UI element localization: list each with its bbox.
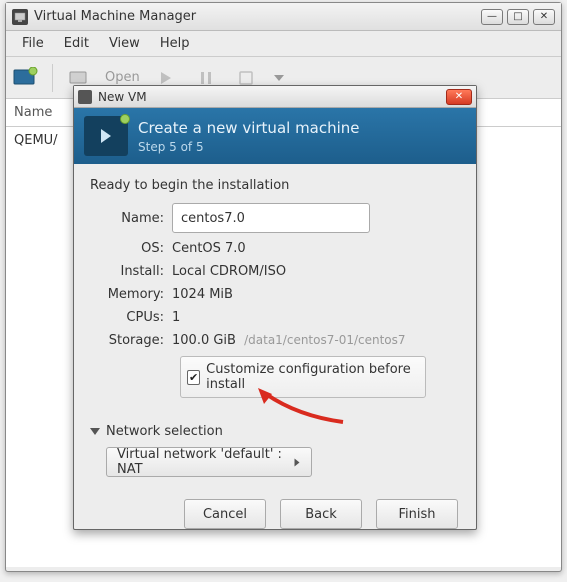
- dialog-header: Create a new virtual machine Step 5 of 5: [74, 108, 476, 164]
- network-select[interactable]: Virtual network 'default' : NAT: [106, 447, 312, 477]
- chevron-down-icon: [90, 428, 100, 435]
- storage-value: 100.0 GiB /data1/centos7-01/centos7: [172, 333, 406, 348]
- storage-label: Storage:: [96, 333, 164, 348]
- menu-file[interactable]: File: [12, 32, 54, 55]
- summary-form: Name: OS: CentOS 7.0 Install: Local CDRO…: [96, 203, 460, 398]
- cpus-value: 1: [172, 310, 180, 325]
- cpus-label: CPUs:: [96, 310, 164, 325]
- install-label: Install:: [96, 264, 164, 279]
- ready-text: Ready to begin the installation: [90, 178, 460, 193]
- memory-value: 1024 MiB: [172, 287, 233, 302]
- app-icon: [12, 9, 28, 25]
- close-button[interactable]: ✕: [533, 9, 555, 25]
- minimize-button[interactable]: —: [481, 9, 503, 25]
- menu-view[interactable]: View: [99, 32, 150, 55]
- dialog-body: Ready to begin the installation Name: OS…: [74, 164, 476, 539]
- memory-label: Memory:: [96, 287, 164, 302]
- os-value: CentOS 7.0: [172, 241, 246, 256]
- menu-help[interactable]: Help: [150, 32, 200, 55]
- storage-size: 100.0 GiB: [172, 333, 236, 348]
- name-input[interactable]: [172, 203, 370, 233]
- dialog-buttons: Cancel Back Finish: [90, 499, 460, 529]
- window-controls: — □ ✕: [481, 9, 555, 25]
- finish-button[interactable]: Finish: [376, 499, 458, 529]
- install-value: Local CDROM/ISO: [172, 264, 286, 279]
- open-label: Open: [105, 70, 140, 85]
- customize-checkbox[interactable]: ✔: [187, 370, 200, 385]
- wizard-icon: [84, 116, 128, 156]
- caret-right-icon: [295, 458, 300, 466]
- main-titlebar: Virtual Machine Manager — □ ✕: [6, 3, 561, 31]
- cancel-button[interactable]: Cancel: [184, 499, 266, 529]
- back-button[interactable]: Back: [280, 499, 362, 529]
- network-expander[interactable]: Network selection: [90, 424, 460, 439]
- wizard-step: Step 5 of 5: [138, 140, 360, 154]
- wizard-title: Create a new virtual machine: [138, 119, 360, 137]
- name-label: Name:: [96, 211, 164, 226]
- customize-checkbox-row[interactable]: ✔ Customize configuration before install: [180, 356, 426, 398]
- menu-edit[interactable]: Edit: [54, 32, 99, 55]
- network-expander-label: Network selection: [106, 424, 223, 439]
- customize-label: Customize configuration before install: [206, 362, 419, 392]
- network-value: Virtual network 'default' : NAT: [117, 447, 293, 477]
- dialog-titlebar: New VM ✕: [74, 86, 476, 108]
- menubar: File Edit View Help: [6, 31, 561, 57]
- toolbar-separator: [52, 64, 53, 92]
- os-label: OS:: [96, 241, 164, 256]
- maximize-button[interactable]: □: [507, 9, 529, 25]
- new-vm-dialog: New VM ✕ Create a new virtual machine St…: [73, 85, 477, 530]
- window-title: Virtual Machine Manager: [34, 9, 196, 24]
- storage-path: /data1/centos7-01/centos7: [244, 333, 405, 347]
- dialog-icon: [78, 90, 92, 104]
- dialog-close-button[interactable]: ✕: [446, 89, 472, 105]
- dialog-title: New VM: [98, 90, 147, 104]
- new-vm-icon[interactable]: [12, 64, 40, 92]
